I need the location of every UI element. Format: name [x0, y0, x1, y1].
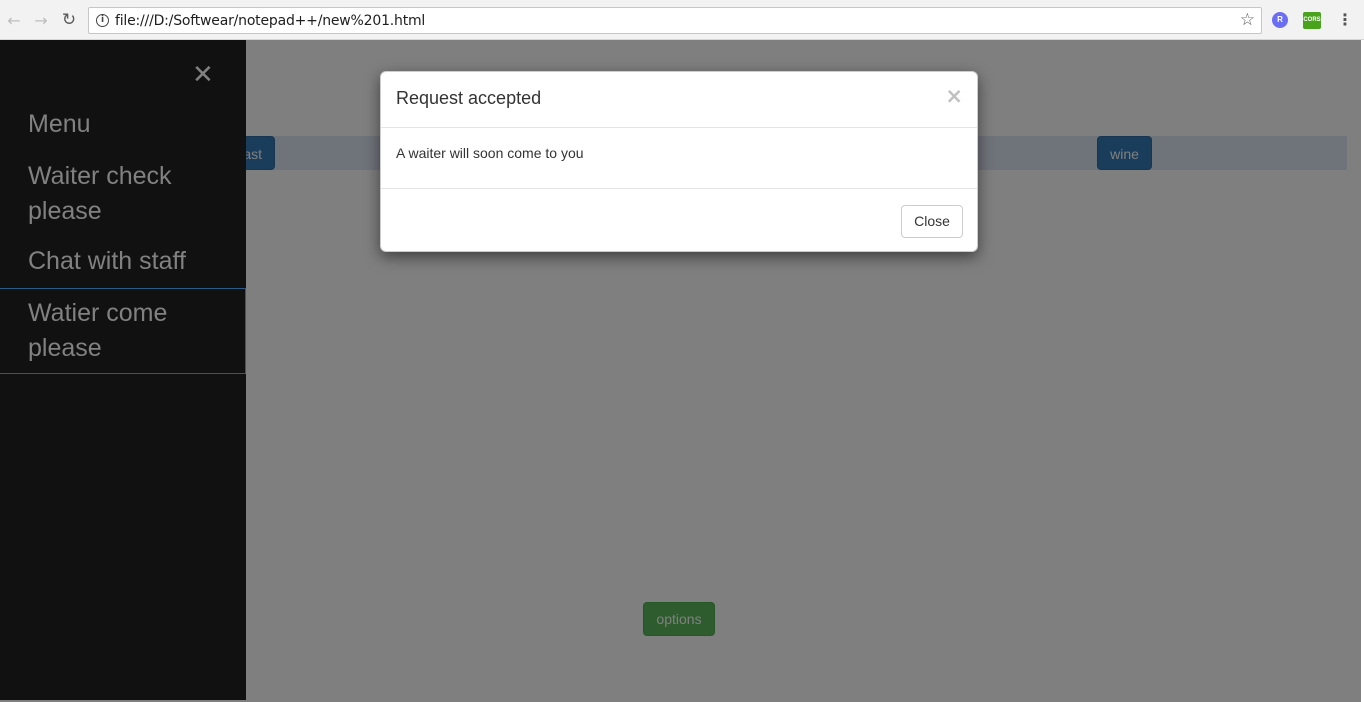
- side-navigation: ✕ Menu Waiter check please Chat with sta…: [0, 40, 246, 700]
- request-modal: Request accepted × A waiter will soon co…: [380, 71, 978, 252]
- extension-cors-icon[interactable]: CORS: [1303, 12, 1321, 29]
- sidenav-item-chat-staff[interactable]: Chat with staff: [0, 244, 246, 279]
- close-button[interactable]: Close: [901, 205, 963, 238]
- url-text[interactable]: file:///D:/Softwear/notepad++/new%201.ht…: [115, 13, 425, 29]
- reload-icon[interactable]: ↻: [59, 10, 79, 30]
- info-icon[interactable]: i: [96, 14, 109, 27]
- modal-body-text: A waiter will soon come to you: [396, 145, 584, 161]
- modal-title: Request accepted: [396, 88, 542, 108]
- modal-header: Request accepted ×: [381, 72, 977, 128]
- back-arrow-icon[interactable]: ←: [4, 10, 24, 30]
- page-viewport: ast wine options ✕ Menu Waiter check ple…: [0, 40, 1364, 702]
- sidenav-item-waiter-check[interactable]: Waiter check please: [0, 159, 200, 229]
- close-icon[interactable]: ✕: [192, 60, 214, 90]
- forward-arrow-icon[interactable]: →: [31, 10, 51, 30]
- browser-menu-icon[interactable]: ⋮: [1337, 10, 1353, 29]
- modal-close-icon[interactable]: ×: [945, 84, 963, 108]
- sidenav-item-menu[interactable]: Menu: [0, 107, 246, 142]
- bookmark-star-icon[interactable]: ☆: [1240, 10, 1255, 30]
- browser-toolbar: ← → ↻ i file:///D:/Softwear/notepad++/ne…: [0, 0, 1364, 40]
- address-bar[interactable]: i file:///D:/Softwear/notepad++/new%201.…: [88, 7, 1262, 34]
- extension-r-icon[interactable]: R: [1272, 12, 1288, 28]
- modal-footer: Close: [381, 188, 977, 251]
- sidenav-item-label: Watier come please: [28, 299, 168, 362]
- sidenav-item-waiter-come[interactable]: Watier come please: [0, 288, 246, 374]
